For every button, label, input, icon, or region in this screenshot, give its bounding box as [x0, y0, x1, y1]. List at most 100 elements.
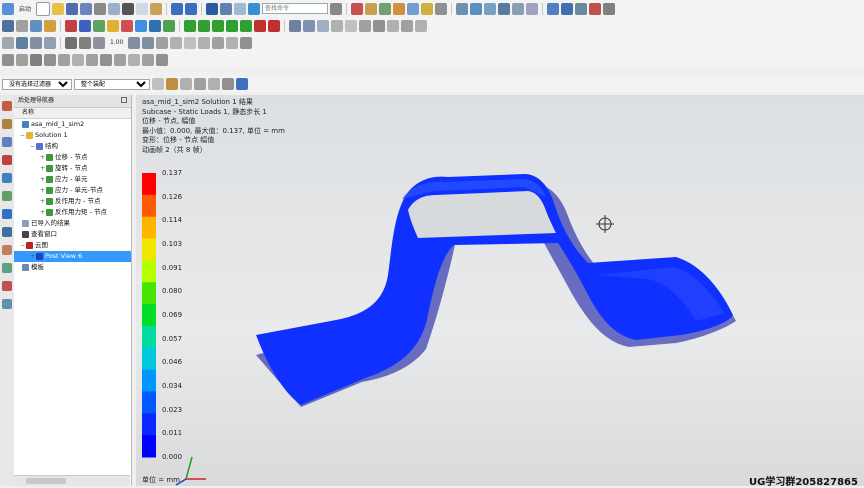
- snap-grid-icon[interactable]: [166, 78, 178, 90]
- new-file-icon[interactable]: [36, 1, 51, 16]
- deselect-icon[interactable]: [72, 53, 84, 66]
- prev-frame-icon[interactable]: [198, 19, 210, 32]
- tree-item[interactable]: + 旋转 - 节点: [14, 163, 131, 174]
- layer-icon[interactable]: [379, 2, 392, 15]
- pan-icon[interactable]: [512, 2, 525, 15]
- tree-item[interactable]: + 反作用力矩 - 节点: [14, 207, 131, 218]
- scroll-thumb[interactable]: [26, 478, 66, 484]
- plane-icon[interactable]: [93, 36, 105, 49]
- filter-icon[interactable]: [240, 36, 253, 49]
- constraint-navigator-icon[interactable]: [2, 119, 12, 129]
- result-icon[interactable]: [121, 19, 133, 32]
- identify-icon[interactable]: [289, 19, 301, 32]
- first-frame-icon[interactable]: [184, 19, 196, 32]
- post-navigator-icon[interactable]: [2, 173, 12, 183]
- copy-icon[interactable]: [136, 2, 149, 15]
- export-icon[interactable]: [359, 19, 371, 32]
- command-search-input[interactable]: [262, 3, 329, 14]
- plot-icon[interactable]: [108, 2, 121, 15]
- paste-icon[interactable]: [150, 2, 163, 15]
- tree-item[interactable]: − 结构: [14, 141, 131, 152]
- roles-icon[interactable]: [2, 281, 12, 291]
- tree-item[interactable]: + 反作用力 - 节点: [14, 196, 131, 207]
- report-icon[interactable]: [345, 19, 357, 32]
- assembly-cube-icon[interactable]: [236, 78, 248, 90]
- play-icon[interactable]: [240, 19, 252, 32]
- wireframe-icon[interactable]: [16, 36, 28, 49]
- tree-item[interactable]: 查看窗口: [14, 229, 131, 240]
- deform-icon[interactable]: [156, 36, 169, 49]
- web-browser-icon[interactable]: [2, 209, 12, 219]
- fit-icon[interactable]: [470, 2, 483, 15]
- shaded-icon[interactable]: [561, 2, 574, 15]
- navigator-pin-icon[interactable]: [121, 97, 127, 103]
- window-icon[interactable]: [234, 2, 247, 15]
- tree-item[interactable]: + 应力 - 单元: [14, 174, 131, 185]
- color-bar-icon[interactable]: [198, 36, 211, 49]
- snap-mid-icon[interactable]: [194, 78, 206, 90]
- orient-icon[interactable]: [456, 2, 469, 15]
- tree-item[interactable]: + 应力 - 单元-节点: [14, 185, 131, 196]
- point-constructor-icon[interactable]: [114, 53, 126, 66]
- invert-icon[interactable]: [86, 53, 98, 66]
- show-icon[interactable]: [44, 36, 56, 49]
- arrow-select-icon[interactable]: [30, 53, 42, 66]
- overlay-icon[interactable]: [387, 19, 399, 32]
- tree-item[interactable]: 已导入的结果: [14, 218, 131, 229]
- simulation-navigator-icon[interactable]: [2, 155, 12, 165]
- zoom-icon[interactable]: [484, 2, 497, 15]
- select-menu-icon[interactable]: [2, 53, 14, 66]
- point-icon[interactable]: [65, 36, 77, 49]
- print-icon[interactable]: [94, 2, 107, 15]
- tree-item[interactable]: − Solution 1: [14, 130, 131, 141]
- arrow-icon[interactable]: [149, 19, 161, 32]
- mesh-icon[interactable]: [2, 19, 14, 32]
- legend-icon[interactable]: [184, 36, 197, 49]
- selection-filter-select[interactable]: 没有选择过滤器: [2, 78, 72, 90]
- repeat-icon[interactable]: [220, 2, 233, 15]
- vector-icon[interactable]: [128, 53, 140, 66]
- snap-point-icon[interactable]: [16, 53, 28, 66]
- edges-icon[interactable]: [575, 2, 588, 15]
- open-folder-icon[interactable]: [52, 2, 65, 15]
- component-icon[interactable]: [222, 78, 234, 90]
- hide-icon[interactable]: [30, 36, 42, 49]
- tree-item[interactable]: 模板: [14, 262, 131, 273]
- assembly-navigator-icon[interactable]: [2, 101, 12, 111]
- cut-icon[interactable]: [122, 2, 135, 15]
- display-icon[interactable]: [407, 2, 420, 15]
- undeform-icon[interactable]: [170, 36, 183, 49]
- search-icon[interactable]: [330, 2, 343, 15]
- envelope-icon[interactable]: [401, 19, 413, 32]
- compare-icon[interactable]: [373, 19, 385, 32]
- tree-item[interactable]: + 位移 - 节点: [14, 152, 131, 163]
- next-frame-icon[interactable]: [212, 19, 224, 32]
- scale-value[interactable]: 1.00: [110, 39, 123, 46]
- curve-icon[interactable]: [421, 2, 434, 15]
- lock-icon[interactable]: [365, 2, 378, 15]
- process-studio-icon[interactable]: [2, 263, 12, 273]
- graphics-canvas[interactable]: [136, 95, 864, 486]
- rotate-icon[interactable]: [498, 2, 511, 15]
- annotation-icon[interactable]: [331, 19, 343, 32]
- marker-icon[interactable]: [317, 19, 329, 32]
- lasso-icon[interactable]: [58, 53, 70, 66]
- last-frame-icon[interactable]: [226, 19, 238, 32]
- tree-item[interactable]: + Post View 6: [14, 251, 131, 262]
- view-icon[interactable]: [2, 36, 14, 49]
- snap-end-icon[interactable]: [180, 78, 192, 90]
- save-as-icon[interactable]: [80, 2, 93, 15]
- filter-options-icon[interactable]: [152, 78, 164, 90]
- units-icon[interactable]: [212, 36, 225, 49]
- scale-up-icon[interactable]: [128, 36, 141, 49]
- path-icon[interactable]: [415, 19, 427, 32]
- navigator-scrollbar[interactable]: [14, 475, 130, 486]
- system-materials-icon[interactable]: [2, 245, 12, 255]
- history-icon[interactable]: [2, 227, 12, 237]
- constraint-icon[interactable]: [79, 19, 91, 32]
- select-icon[interactable]: [206, 2, 219, 15]
- snap-center-icon[interactable]: [208, 78, 220, 90]
- stop-icon[interactable]: [268, 19, 280, 32]
- options-icon[interactable]: [226, 36, 239, 49]
- solve-icon[interactable]: [107, 19, 119, 32]
